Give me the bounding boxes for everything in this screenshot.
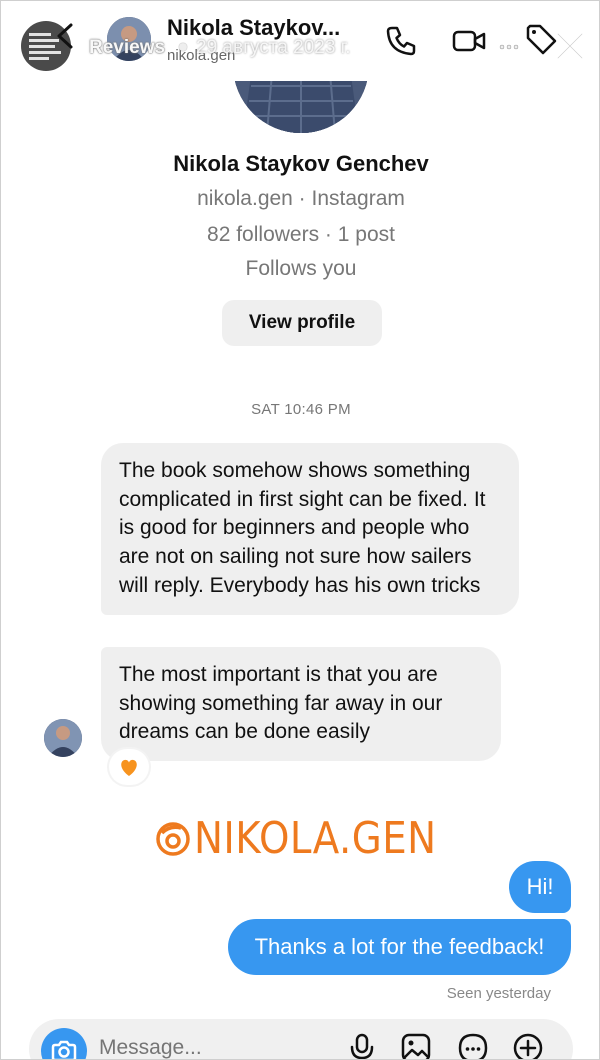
- follow-status: Follows you: [245, 257, 357, 280]
- outgoing-message[interactable]: Hi!: [509, 861, 571, 913]
- camera-button[interactable]: [41, 1028, 87, 1059]
- incoming-message[interactable]: The most important is that you are showi…: [101, 647, 501, 762]
- microphone-icon[interactable]: [345, 1031, 379, 1060]
- profile-full-name: Nikola Staykov Genchev: [173, 151, 429, 176]
- seen-status: Seen yesterday: [446, 985, 551, 1002]
- sender-avatar[interactable]: [44, 719, 82, 757]
- back-chevron-icon[interactable]: [53, 21, 79, 51]
- story-date: 29 августа 2023 г.: [196, 37, 351, 58]
- video-camera-icon[interactable]: [451, 23, 487, 59]
- outgoing-message[interactable]: Thanks a lot for the feedback!: [228, 919, 571, 975]
- story-highlight-label: Reviews: [89, 37, 166, 58]
- more-icon[interactable]: [497, 29, 521, 53]
- chat-header: Nikola Staykov... nikola.gen Reviews 29 …: [1, 1, 599, 81]
- orange-heart-icon: [121, 759, 137, 776]
- message-timestamp: SAT 10:46 PM: [251, 401, 351, 418]
- watermark-text: NIKOLA.GEN: [194, 813, 437, 864]
- plus-icon[interactable]: [511, 1031, 545, 1060]
- heart-reaction[interactable]: [109, 749, 149, 785]
- story-frame: Nikola Staykov... nikola.gen Reviews 29 …: [0, 0, 600, 1060]
- phone-icon[interactable]: [383, 23, 419, 59]
- profile-stats: 82 followers · 1 post: [207, 223, 395, 246]
- message-input[interactable]: [99, 1033, 339, 1059]
- story-separator-dot: [179, 43, 187, 51]
- view-profile-button[interactable]: View profile: [222, 300, 382, 346]
- gallery-icon[interactable]: [399, 1031, 433, 1060]
- camera-icon: [51, 1040, 77, 1059]
- sticker-icon[interactable]: [456, 1031, 490, 1060]
- instagram-watermark-icon: [156, 822, 190, 856]
- incoming-message[interactable]: The book somehow shows something complic…: [101, 443, 519, 615]
- profile-handle-line: nikola.gen · Instagram: [197, 187, 405, 210]
- close-icon[interactable]: [553, 29, 587, 63]
